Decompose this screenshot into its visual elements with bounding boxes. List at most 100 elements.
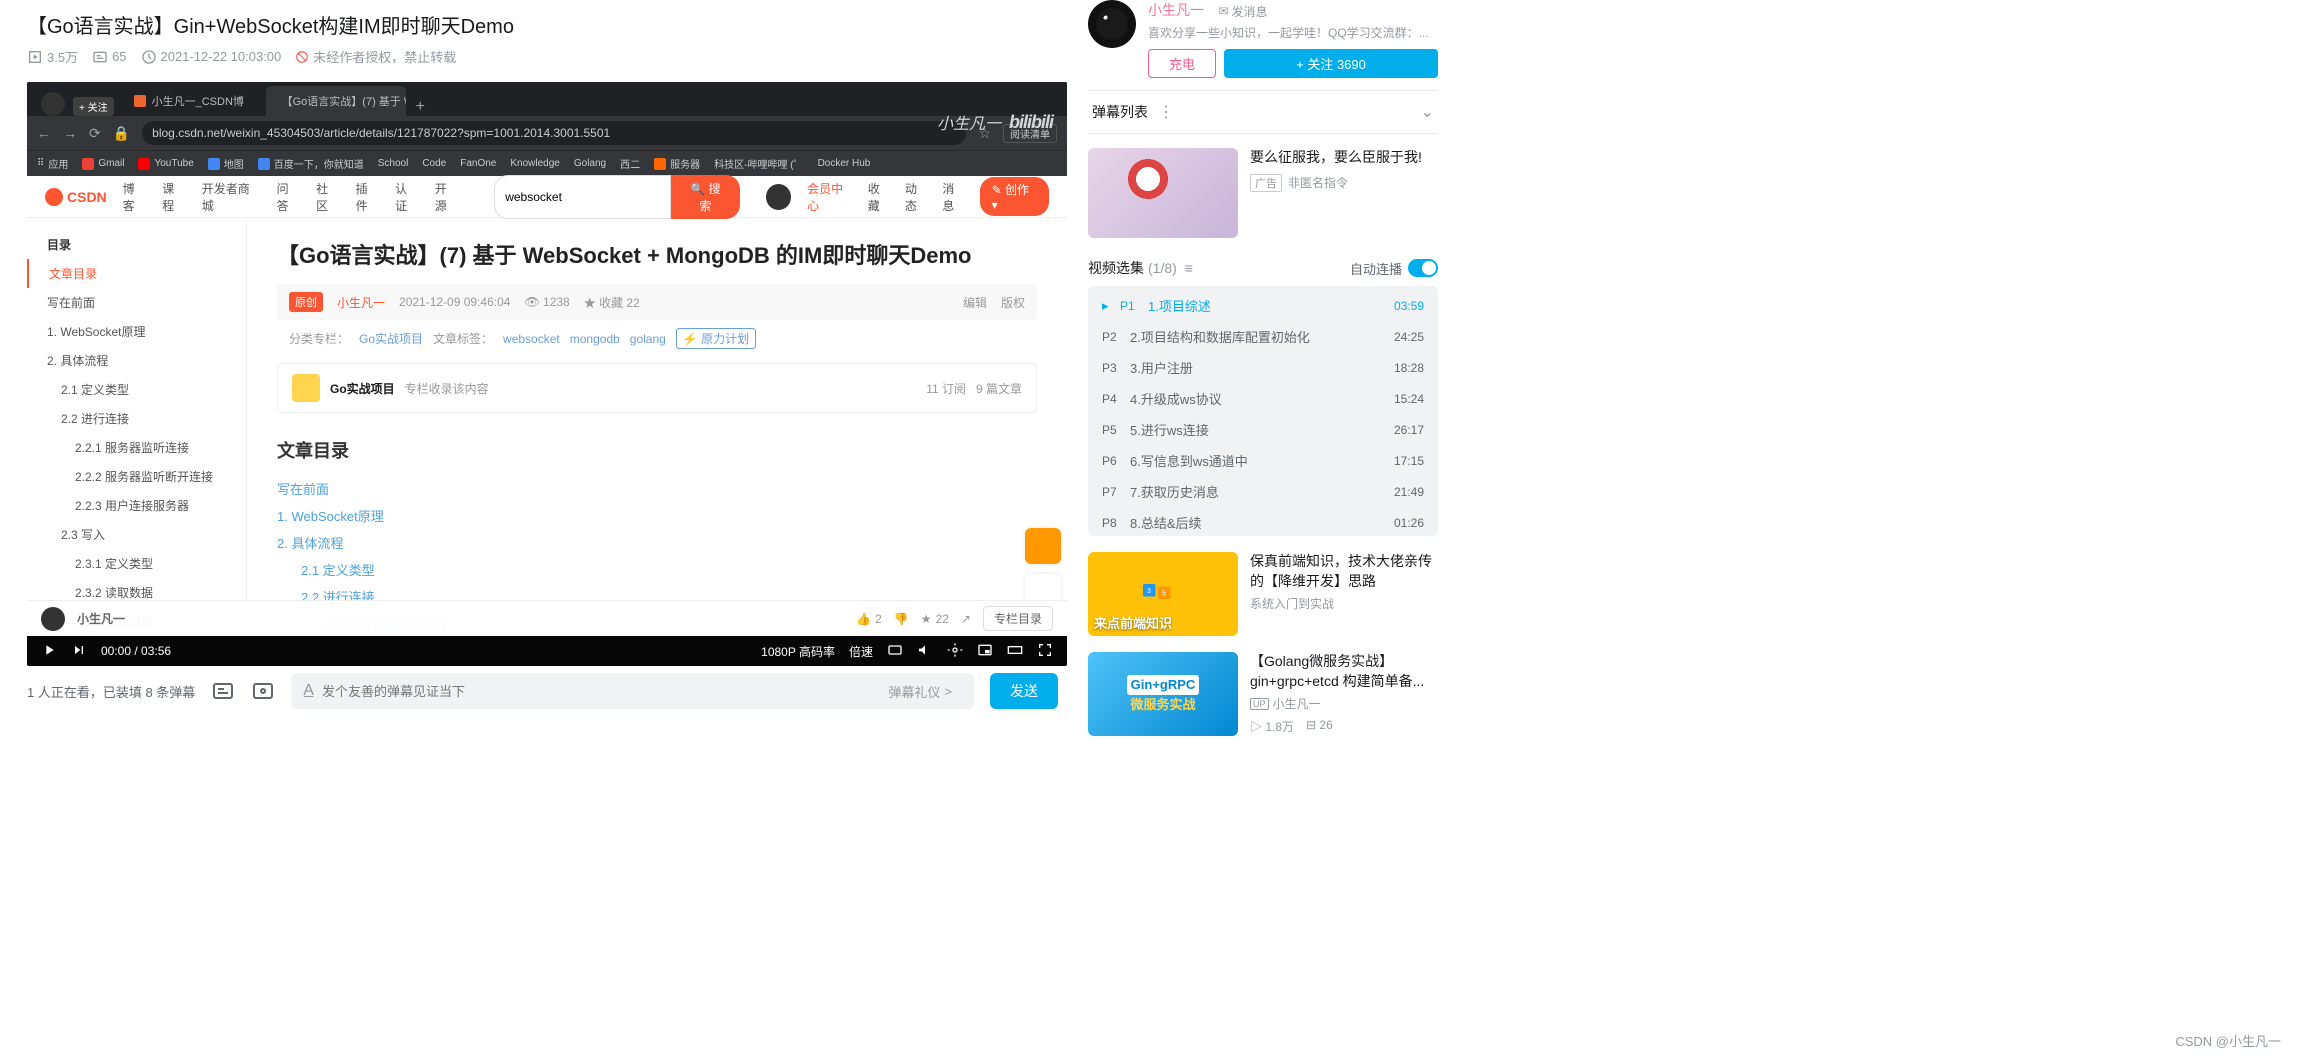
csdn-search-input: [494, 175, 671, 219]
volume-icon[interactable]: [917, 642, 933, 661]
ad-title: 要么征服我，要么臣服于我!: [1250, 148, 1438, 168]
toc-link: 2. 具体流程: [277, 529, 1037, 556]
subtitle-icon[interactable]: [887, 642, 903, 661]
nav-reload-icon: ⟳: [89, 125, 101, 142]
more-icon[interactable]: ⋮: [1158, 102, 1174, 122]
plan-badge: ⚡ 原力计划: [676, 328, 756, 349]
csdn-sidebar-item: 1. WebSocket原理: [27, 317, 246, 346]
new-tab-icon: +: [416, 98, 425, 116]
apps-icon: ⠿ 应用: [37, 156, 68, 171]
playlist-item[interactable]: P44.升级成ws协议15:24: [1088, 383, 1438, 414]
player-controls[interactable]: 00:00 / 03:56 1080P 高码率 倍速: [27, 636, 1067, 666]
playlist-item[interactable]: P88.总结&后续01:26: [1088, 507, 1438, 536]
stat-danmaku: 65: [92, 49, 126, 65]
footer-credit: CSDN @小生凡一: [2175, 1031, 2281, 1050]
speed-button[interactable]: 倍速: [849, 643, 873, 660]
play-button[interactable]: [41, 642, 57, 661]
nav-fwd-icon: →: [63, 125, 77, 141]
article-author: 小生凡一: [337, 294, 385, 311]
csdn-create-button: ✎ 创作 ▾: [980, 177, 1049, 216]
playlist-item[interactable]: P66.写信息到ws通道中17:15: [1088, 445, 1438, 476]
playlist-header: 视频选集 (1/8) ≡ 自动连播: [1088, 258, 1438, 278]
nav-back-icon: ←: [37, 125, 51, 141]
bilibili-logo: bilibili: [1009, 112, 1053, 133]
danmu-toggle-icon[interactable]: [211, 679, 235, 703]
list-icon[interactable]: ≡: [1185, 260, 1193, 276]
csdn-sidebar-item: 文章目录: [27, 259, 246, 288]
autoplay-switch[interactable]: [1408, 259, 1438, 277]
playlist-item[interactable]: ▸P11.项目综述03:59: [1088, 290, 1438, 321]
toc-link: 写在前面: [277, 475, 1037, 502]
watching-text: 1 人正在看，已装填 8 条弹幕: [27, 682, 195, 701]
playlist-item[interactable]: P33.用户注册18:28: [1088, 352, 1438, 383]
follow-button[interactable]: + 关注 3690: [1224, 49, 1438, 78]
danmu-list-header[interactable]: 弹幕列表 ⋮ ⌄: [1088, 90, 1438, 134]
like-stat: 👍 2: [856, 612, 882, 626]
toc-link: 2.1 定义类型: [277, 556, 1037, 583]
font-style-icon[interactable]: A̲: [303, 682, 314, 700]
repost-warning: 未经作者授权，禁止转载: [295, 47, 456, 66]
address-bar: blog.csdn.net/weixin_45304503/article/de…: [142, 121, 966, 145]
danmu-settings-icon[interactable]: [251, 679, 275, 703]
danmu-input[interactable]: [322, 684, 878, 699]
csdn-sidebar-item: 2.2.3 用户连接服务器: [27, 491, 246, 520]
danmaku-icon: [92, 49, 108, 65]
uploader-card: 小生凡一 ✉ 发消息 喜欢分享一些小知识，一起学哇！QQ学习交流群：... 充电…: [1088, 0, 1438, 78]
playlist-item[interactable]: P77.获取历史消息21:49: [1088, 476, 1438, 507]
message-button[interactable]: ✉ 发消息: [1218, 3, 1267, 20]
rec-thumbnail: Gin+gRPC 微服务实战: [1088, 652, 1238, 736]
up-badge: UP: [1250, 698, 1269, 710]
article-title: 【Go语言实战】(7) 基于 WebSocket + MongoDB 的IM即时…: [277, 238, 1037, 270]
video-title: 【Go语言实战】Gin+WebSocket构建IM即时聊天Demo: [27, 10, 1068, 39]
fullscreen-icon[interactable]: [1037, 642, 1053, 661]
playlist-item[interactable]: P55.进行ws连接26:17: [1088, 414, 1438, 445]
settings-icon[interactable]: [947, 642, 963, 661]
article-footer-bar: 小生凡一 👍 2 👎 ★ 22 ↗ 专栏目录: [27, 600, 1067, 636]
csdn-sidebar-item: 写在前面: [27, 288, 246, 317]
send-button[interactable]: 发送: [990, 673, 1058, 709]
chevron-down-icon[interactable]: ⌄: [1421, 102, 1434, 122]
playlist: ▸P11.项目综述03:59P22.项目结构和数据库配置初始化24:25P33.…: [1088, 286, 1438, 536]
browser-tab-1: 小生凡一_CSDN博: [124, 86, 264, 116]
bookmark-bar: ⠿ 应用 Gmail YouTube 地图 百度一下，你就知道 School C…: [27, 150, 1067, 176]
csdn-search: 🔍 搜索: [494, 175, 739, 219]
csdn-sidebar-item: 2.2.2 服务器监听断开连接: [27, 462, 246, 491]
svg-text:3: 3: [1147, 588, 1151, 595]
ad-badge: 广告: [1250, 174, 1282, 192]
recommendation-card[interactable]: 35 来点前端知识 保真前端知识，技术大佬亲传的【降维开发】思路 系统入门到实战: [1088, 552, 1438, 636]
fav-stat: ★ 22: [921, 612, 949, 626]
uploader-avatar[interactable]: [1088, 0, 1136, 48]
csdn-sidebar-item: 2.2 进行连接: [27, 404, 246, 433]
uploader-name[interactable]: 小生凡一: [1148, 2, 1204, 18]
csdn-sidebar-item: 2.3.1 定义类型: [27, 549, 246, 578]
rec-danmu: ⊟ 26: [1306, 718, 1333, 735]
dislike-stat: 👎: [894, 612, 909, 626]
ad-card[interactable]: 要么征服我，要么臣服于我! 广告 非匿名指令: [1088, 148, 1438, 238]
browser-tab-2: 【Go语言实战】(7) 基于 WebS×: [266, 86, 406, 116]
quality-button[interactable]: 1080P 高码率: [761, 643, 835, 660]
video-player[interactable]: + 关注 小生凡一_CSDN博 【Go语言实战】(7) 基于 WebS× + ←…: [27, 82, 1067, 666]
pip-icon[interactable]: [977, 642, 993, 661]
ad-image: [1088, 148, 1238, 238]
csdn-toc-sidebar: 目录 文章目录写在前面1. WebSocket原理2. 具体流程2.1 定义类型…: [27, 218, 247, 636]
forbid-icon: [295, 50, 309, 64]
next-button[interactable]: [71, 642, 87, 661]
widget-1: [1025, 528, 1061, 564]
stat-views: 3.5万: [27, 47, 78, 66]
svg-text:5: 5: [1162, 591, 1166, 598]
lock-icon: 🔒: [113, 125, 130, 142]
toc-link: 1. WebSocket原理: [277, 502, 1037, 529]
danmu-etiquette[interactable]: 弹幕礼仪 >: [888, 682, 952, 701]
stat-time: 2021-12-22 10:03:00: [141, 49, 282, 65]
csdn-sidebar-item: 2.3 写入: [27, 520, 246, 549]
watermark: 小生凡一 bilibili: [937, 110, 1053, 134]
playlist-item[interactable]: P22.项目结构和数据库配置初始化24:25: [1088, 321, 1438, 352]
csdn-page: CSDN 博客 课程 开发者商城 问答 社区 插件 认证 开源 🔍 搜索 会: [27, 176, 1067, 636]
follow-pill: + 关注: [73, 97, 114, 116]
share-stat: ↗: [961, 612, 971, 626]
widescreen-icon[interactable]: [1007, 642, 1023, 661]
browser-chrome: + 关注 小生凡一_CSDN博 【Go语言实战】(7) 基于 WebS× + ←…: [27, 82, 1067, 150]
rec-views: ▷ 1.8万: [1250, 718, 1294, 735]
recommendation-card[interactable]: Gin+gRPC 微服务实战 【Golang微服务实战】gin+grpc+etc…: [1088, 652, 1438, 736]
charge-button[interactable]: 充电: [1148, 49, 1216, 78]
